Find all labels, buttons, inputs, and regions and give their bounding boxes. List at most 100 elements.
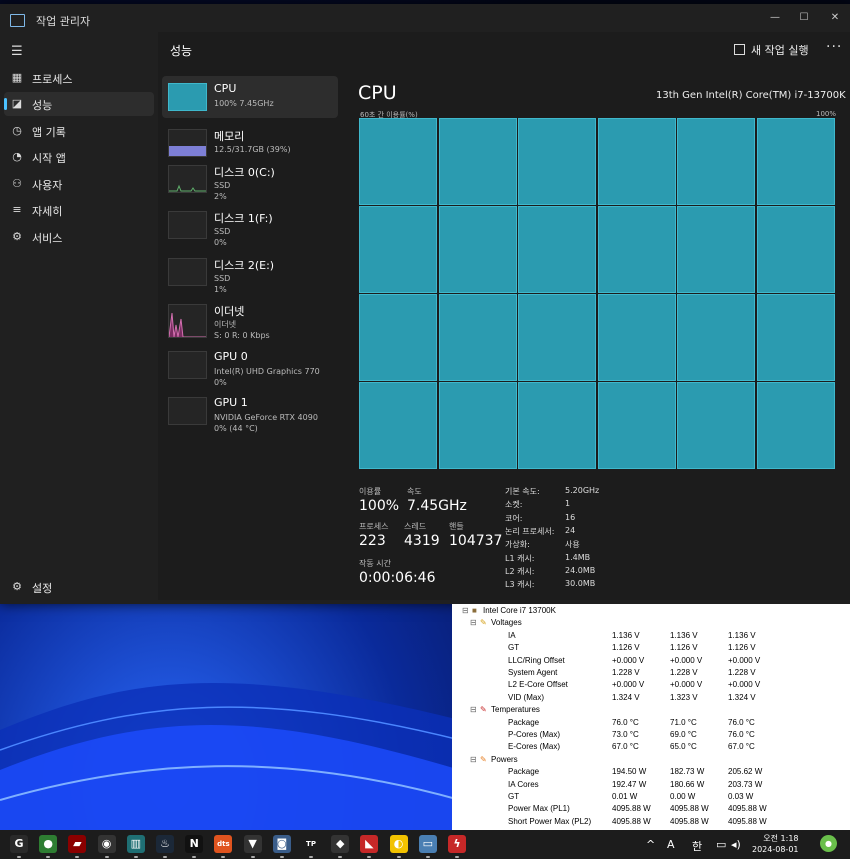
sensor-row[interactable]: L2 E-Core Offset +0.000 V +0.000 V +0.000 V (452, 678, 850, 690)
running-indicator (250, 856, 255, 858)
sensor-value: 4095.88 W (728, 804, 767, 814)
msi-afterburner-icon[interactable]: ▰ (68, 835, 87, 853)
disk2-thumbnail-graph (168, 258, 207, 286)
tree-expander-icon[interactable]: ⊟ (470, 755, 477, 764)
duck-app-icon[interactable]: ◐ (389, 835, 408, 853)
ime-hangul-indicator[interactable]: 한 (692, 838, 702, 854)
netflix-icon[interactable]: N (185, 835, 204, 853)
run-new-task-button[interactable]: 새 작업 실행 (734, 42, 809, 58)
sensor-row[interactable]: Package 76.0 °C 71.0 °C 76.0 °C (452, 716, 850, 728)
copilot-icon[interactable]: ● (820, 835, 837, 852)
run-task-label: 새 작업 실행 (751, 44, 809, 57)
nav-item-processes[interactable]: ▦ 프로세스 (4, 66, 154, 90)
maximize-button[interactable]: ☐ (789, 8, 819, 28)
running-indicator (104, 856, 109, 858)
resource-ethernet[interactable]: 이더넷 이더넷 S: 0 R: 0 Kbps (162, 297, 338, 340)
resource-detail: SSD 2% (214, 180, 230, 202)
spec-label: 논리 프로세서: (505, 526, 555, 536)
sensor-value: 1.126 V (670, 643, 698, 653)
nav-item-performance[interactable]: ◪ 성능 (4, 92, 154, 116)
nav-item-startup-apps[interactable]: ◔ 시작 앱 (4, 145, 154, 169)
nav-item-services[interactable]: ⚙ 서비스 (4, 225, 154, 249)
sensor-row[interactable]: IA 1.136 V 1.136 V 1.136 V (452, 629, 850, 641)
volume-icon[interactable]: ◂) (731, 838, 741, 851)
steam-icon[interactable]: ♨ (156, 835, 174, 853)
dts-icon[interactable]: dts (214, 835, 233, 853)
nav-item-users[interactable]: ⚇ 사용자 (4, 172, 154, 196)
hamburger-menu-icon[interactable]: ☰ (11, 44, 23, 59)
tray-overflow-chevron-icon[interactable]: ^ (646, 838, 655, 851)
tree-expander-icon[interactable]: ⊟ (470, 705, 477, 714)
resource-disk-2[interactable]: 디스크 2(E:) SSD 1% (162, 251, 338, 294)
resource-cpu[interactable]: CPU 100% 7.45GHz (162, 76, 338, 118)
spec-label: 기본 속도: (505, 487, 540, 496)
sensor-row[interactable]: ⊟ ✎ Powers (452, 753, 850, 765)
resource-gpu-0[interactable]: GPU 0 Intel(R) UHD Graphics 770 0% (162, 344, 338, 387)
sensor-row[interactable]: ⊟ ✎ Temperatures (452, 703, 850, 715)
tp-app-icon[interactable]: TP (302, 835, 320, 853)
sensor-row[interactable]: ⊟ ✎ Voltages (452, 616, 850, 628)
camera-icon[interactable]: ◙ (272, 835, 291, 853)
sensor-row[interactable]: Package 194.50 W 182.73 W 205.62 W (452, 765, 850, 777)
green-app-icon[interactable]: ● (39, 835, 58, 853)
sensor-row[interactable]: System Agent 1.228 V 1.228 V 1.228 V (452, 666, 850, 678)
utilization-value: 100% (359, 498, 400, 514)
hwinfo-icon[interactable]: ▥ (126, 835, 145, 853)
more-options-button[interactable]: ··· (826, 39, 842, 55)
nvidia-icon[interactable]: ▼ (243, 835, 262, 853)
services-icon: ⚙ (12, 230, 22, 243)
tree-expander-icon[interactable]: ⊟ (462, 606, 469, 615)
sensor-group-icon: ✎ (480, 754, 487, 764)
sensor-label: L2 E-Core Offset (508, 680, 568, 690)
system-clock[interactable]: 오전 1:18 2024-08-01 (752, 833, 799, 855)
settings-gear-icon: ⚙ (12, 580, 22, 593)
sensor-value: 1.126 V (728, 643, 756, 653)
obs-icon[interactable]: ◉ (97, 835, 116, 853)
logical-processor-graph (439, 382, 517, 469)
sensor-row[interactable]: IA Cores 192.47 W 180.66 W 203.73 W (452, 778, 850, 790)
logical-processor-graph (518, 206, 596, 293)
resource-disk-0[interactable]: 디스크 0(C:) SSD 2% (162, 158, 338, 202)
speed-label: 속도 (407, 487, 422, 496)
task-manager-icon[interactable]: ▭ (418, 835, 437, 853)
logical-processor-graphs (359, 118, 835, 469)
sensor-row[interactable]: VID (Max) 1.324 V 1.323 V 1.324 V (452, 691, 850, 703)
sensor-row[interactable]: Power Max (PL1) 4095.88 W 4095.88 W 4095.88… (452, 802, 850, 814)
nav-item-app-history[interactable]: ◷ 앱 기록 (4, 119, 154, 143)
hwinfo-sensor-panel: ⊟ ■ Intel Core i7 13700K ⊟ ✎ Voltages IA 1.136 … (452, 604, 850, 830)
sensor-value: +0.000 V (612, 655, 645, 665)
close-button[interactable]: ✕ (820, 8, 850, 28)
spec-value: 사용 (565, 540, 580, 550)
resource-gpu-1[interactable]: GPU 1 NVIDIA GeForce RTX 4090 0% (44 °C) (162, 390, 338, 433)
sensor-label: LLC/Ring Offset (508, 655, 565, 665)
nav-item-settings[interactable]: ⚙ 설정 (4, 575, 154, 599)
sensor-row[interactable]: GT 0.01 W 0.00 W 0.03 W (452, 790, 850, 802)
resource-disk-1[interactable]: 디스크 1(F:) SSD 0% (162, 204, 338, 247)
running-indicator (75, 856, 80, 858)
disk-type: SSD (214, 181, 231, 190)
sensor-row[interactable]: P-Cores (Max) 73.0 °C 69.0 °C 76.0 °C (452, 728, 850, 740)
spec-value: 30.0MB (565, 579, 596, 589)
g-hub-icon[interactable]: G (10, 835, 28, 853)
ethernet-thumbnail-graph (168, 304, 207, 338)
running-indicator (425, 856, 430, 858)
sensor-row[interactable]: GT 1.126 V 1.126 V 1.126 V (452, 641, 850, 653)
bolt-app-icon[interactable]: ϟ (448, 835, 466, 853)
sensor-row[interactable]: ⊟ ■ Intel Core i7 13700K (452, 604, 850, 616)
sensor-row[interactable]: LLC/Ring Offset +0.000 V +0.000 V +0.000 V (452, 654, 850, 666)
nav-item-details[interactable]: ≡ 자세히 (4, 198, 154, 222)
tree-expander-icon[interactable]: ⊟ (470, 618, 477, 627)
disk0-thumbnail-graph (168, 165, 207, 193)
sensor-row[interactable]: E-Cores (Max) 67.0 °C 65.0 °C 67.0 °C (452, 740, 850, 752)
sensor-value: 205.62 W (728, 767, 763, 777)
amd-icon[interactable]: ◣ (360, 835, 379, 853)
network-icon[interactable]: ▭ (716, 838, 726, 851)
nav-item-label: 시작 앱 (32, 152, 66, 165)
cat-app-icon[interactable]: ◆ (331, 835, 350, 853)
sensor-row[interactable]: Short Power Max (PL2) 4095.88 W 4095.88 W 4… (452, 815, 850, 827)
sensor-value: +0.000 V (612, 680, 645, 690)
minimize-button[interactable]: — (760, 8, 790, 28)
sensor-group-icon: ■ (472, 606, 477, 615)
sensor-value: 1.324 V (612, 692, 640, 702)
ime-mode-indicator[interactable]: A (667, 838, 675, 851)
